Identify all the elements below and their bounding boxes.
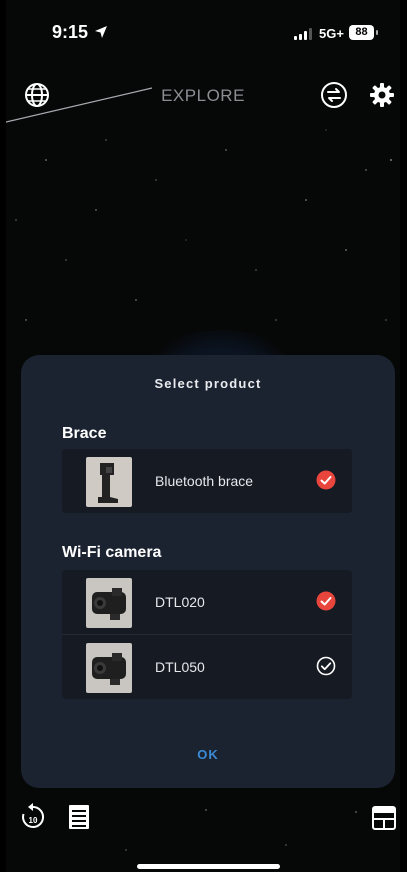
checked-circle-icon <box>316 470 336 490</box>
product-label: DTL020 <box>155 594 205 610</box>
product-row-dtl020[interactable]: DTL020 <box>62 570 352 634</box>
status-bar: 9:15 5G+ 88 <box>6 0 400 64</box>
bluetooth-brace-thumbnail <box>86 457 132 507</box>
top-bar: EXPLORE <box>6 78 400 114</box>
location-arrow-icon <box>95 26 107 38</box>
ok-button[interactable]: OK <box>21 747 395 762</box>
dialog-title: Select product <box>154 376 262 391</box>
battery-tip <box>376 30 378 35</box>
brace-card: Bluetooth brace <box>62 449 352 513</box>
section-title-wifi-camera: Wi-Fi camera <box>62 544 162 561</box>
status-time: 9:15 <box>52 22 89 42</box>
wifi-camera-card: DTL020 DTL050 <box>62 570 352 699</box>
product-label: Bluetooth brace <box>155 473 254 489</box>
replay-10-icon[interactable]: 10 <box>20 803 46 831</box>
product-row-dtl050[interactable]: DTL050 <box>62 634 352 699</box>
notes-icon[interactable] <box>68 804 90 830</box>
screen: 9:15 5G+ 88 EXPLORE Select product Brace… <box>6 0 400 872</box>
swap-icon[interactable] <box>319 80 349 110</box>
network-type: 5G+ <box>319 26 344 41</box>
battery-indicator: 88 <box>349 25 374 40</box>
dtl020-thumbnail <box>86 578 132 628</box>
home-indicator[interactable] <box>137 864 280 869</box>
product-row-bluetooth-brace[interactable]: Bluetooth brace <box>62 449 352 513</box>
section-title-brace: Brace <box>62 425 107 442</box>
product-label: DTL050 <box>155 659 205 675</box>
layout-icon[interactable] <box>372 806 396 830</box>
svg-text:10: 10 <box>29 816 38 825</box>
gear-icon[interactable] <box>367 80 397 110</box>
dtl050-thumbnail <box>86 643 132 693</box>
checked-circle-icon <box>316 591 336 611</box>
select-product-dialog: Select product Brace Bluetooth brace Wi-… <box>21 355 395 788</box>
unchecked-circle-icon <box>316 656 336 676</box>
signal-strength-icon <box>294 28 312 40</box>
